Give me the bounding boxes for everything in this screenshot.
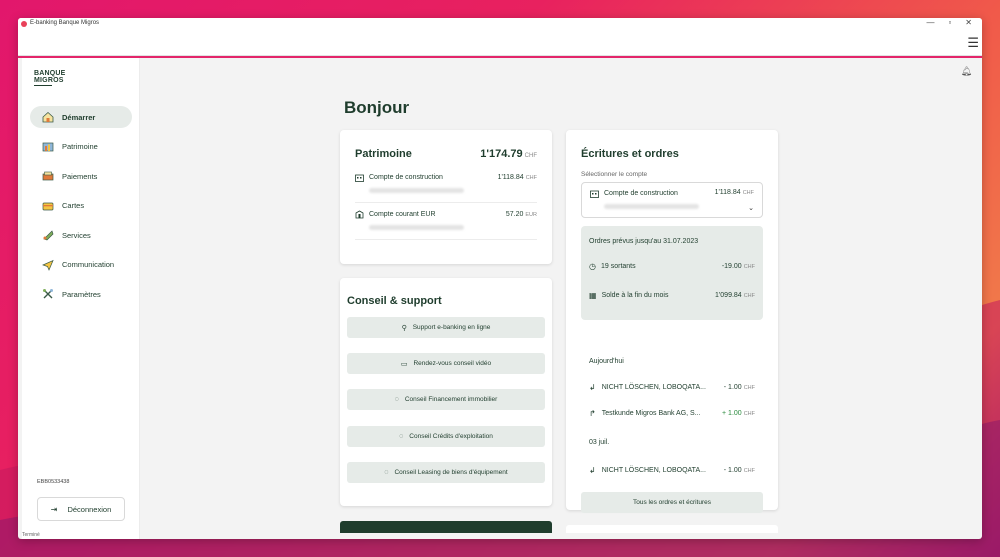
patrimoine-title: Patrimoine [355, 148, 412, 160]
all-orders-button[interactable]: Tous les ordres et écritures [581, 492, 763, 513]
day-heading: Aujourd'hui [589, 358, 624, 365]
sidebar-item-demarrer[interactable]: Démarrer [30, 106, 132, 128]
account-row-construction[interactable]: Compte de construction 1'118.84 CHF [355, 173, 537, 203]
patrimoine-total: 1'174.79 CHF [480, 148, 537, 160]
video-appointment-button[interactable]: ▭ Rendez-vous conseil vidéo [347, 353, 545, 374]
services-icon [43, 230, 54, 241]
chevron-down-icon: ⌄ [748, 205, 754, 212]
close-icon[interactable]: ✕ [965, 18, 972, 27]
next-card-light-edge [566, 525, 778, 533]
ecritures-title: Écritures et ordres [581, 148, 679, 160]
sidebar-item-cartes[interactable]: Cartes [30, 195, 132, 217]
paper-plane-icon [42, 259, 54, 271]
maximize-icon[interactable]: ▫ [948, 18, 951, 27]
incoming-arrow-icon: ↱ [589, 409, 596, 418]
sidebar-item-communication[interactable]: Communication [30, 254, 132, 276]
planned-orders-title: Ordres prévus jusqu'au 31.07.2023 [589, 238, 699, 245]
transaction-row[interactable]: ↲ NICHT LÖSCHEN, LOBOQATA... - 1.00 CHF [589, 466, 755, 475]
status-bar: Terminé [22, 532, 40, 538]
app-icon [21, 21, 27, 27]
title-bar: E-banking Banque Migros — ▫ ✕ ☰ [18, 18, 982, 56]
building-icon [355, 174, 364, 182]
conseil-title: Conseil & support [347, 295, 442, 307]
support-ebanking-button[interactable]: ⚲ Support e-banking en ligne [347, 317, 545, 338]
tools-icon [43, 289, 53, 299]
transaction-row[interactable]: ↲ NICHT LÖSCHEN, LOBOQATA... - 1.00 CHF [589, 383, 755, 392]
patrimoine-card: Patrimoine 1'174.79 CHF Compte de constru… [340, 130, 552, 264]
calendar-balance-icon: ▦ [589, 291, 597, 300]
conseil-card: Conseil & support ⚲ Support e-banking en … [340, 278, 552, 506]
building-icon [590, 190, 599, 198]
outgoing-arrow-icon: ↲ [589, 466, 596, 475]
account-number-blurred [604, 204, 699, 209]
real-estate-advice-button[interactable]: ◌ Conseil Financement immobilier [347, 389, 545, 410]
sidebar: BANQUE MIGROS Démarrer Patrimoine Paieme… [22, 58, 140, 539]
accent-bar [18, 56, 982, 58]
assets-icon [42, 142, 54, 151]
sidebar-item-services[interactable]: Services [30, 224, 132, 246]
minimize-icon[interactable]: — [926, 18, 934, 27]
planned-outgoing-row[interactable]: ◷ 19 sortants -19.00 CHF [589, 262, 755, 271]
bank-logo[interactable]: BANQUE MIGROS [34, 70, 66, 86]
next-card-dark-edge [340, 521, 552, 533]
month-end-balance-row: ▦ Solde à la fin du mois 1'099.84 CHF [589, 291, 755, 300]
outgoing-arrow-icon: ↲ [589, 383, 596, 392]
hamburger-menu-icon[interactable]: ☰ [967, 36, 979, 49]
logout-icon: ⇥ [50, 504, 58, 514]
account-row-eur[interactable]: Compte courant EUR 57.20 EUR [355, 210, 537, 240]
transaction-row[interactable]: ↱ Testkunde Migros Bank AG, S... + 1.00 CH… [589, 409, 755, 418]
page-title: Bonjour [344, 98, 410, 117]
planned-orders-panel: Ordres prévus jusqu'au 31.07.2023 ◷ 19 so… [581, 226, 763, 320]
payments-icon [42, 171, 54, 181]
support-icon: ⚲ [401, 324, 407, 332]
account-number-blurred [369, 188, 464, 193]
ecritures-card: Écritures et ordres Sélectionner le comp… [566, 130, 778, 513]
piggy-bank-icon [355, 210, 364, 219]
app-window: E-banking Banque Migros — ▫ ✕ ☰ BANQUE M… [18, 18, 982, 539]
equipment-leasing-advice-button[interactable]: ◌ Conseil Leasing de biens d'équipement [347, 462, 545, 483]
account-select[interactable]: Compte de construction 1'118.84 CHF ⌄ [581, 182, 763, 218]
chat-icon: ◌ [394, 396, 399, 403]
house-icon [42, 111, 54, 123]
chat-icon: ◌ [399, 433, 404, 440]
day-heading: 03 juil. [589, 439, 610, 446]
calendar-icon: ▭ [400, 360, 408, 368]
logout-button[interactable]: ⇥ Déconnexion [37, 497, 125, 521]
sidebar-item-paiements[interactable]: Paiements [30, 165, 132, 187]
chat-icon: ◌ [384, 469, 389, 476]
sidebar-item-parametres[interactable]: Paramètres [30, 283, 132, 305]
operating-credit-advice-button[interactable]: ◌ Conseil Crédits d'exploitation [347, 426, 545, 447]
clock-icon: ◷ [589, 262, 596, 271]
card-icon [42, 202, 54, 210]
window-title: E-banking Banque Migros [30, 20, 100, 26]
user-id: EBB0533438 [37, 479, 70, 485]
account-select-label: Sélectionner le compte [581, 171, 648, 178]
bell-icon[interactable]: 🔔︎ [961, 66, 972, 77]
sidebar-item-patrimoine[interactable]: Patrimoine [30, 136, 132, 158]
account-number-blurred [369, 225, 464, 230]
sidebar-nav: Démarrer Patrimoine Paiements Cartes Ser… [30, 106, 132, 313]
